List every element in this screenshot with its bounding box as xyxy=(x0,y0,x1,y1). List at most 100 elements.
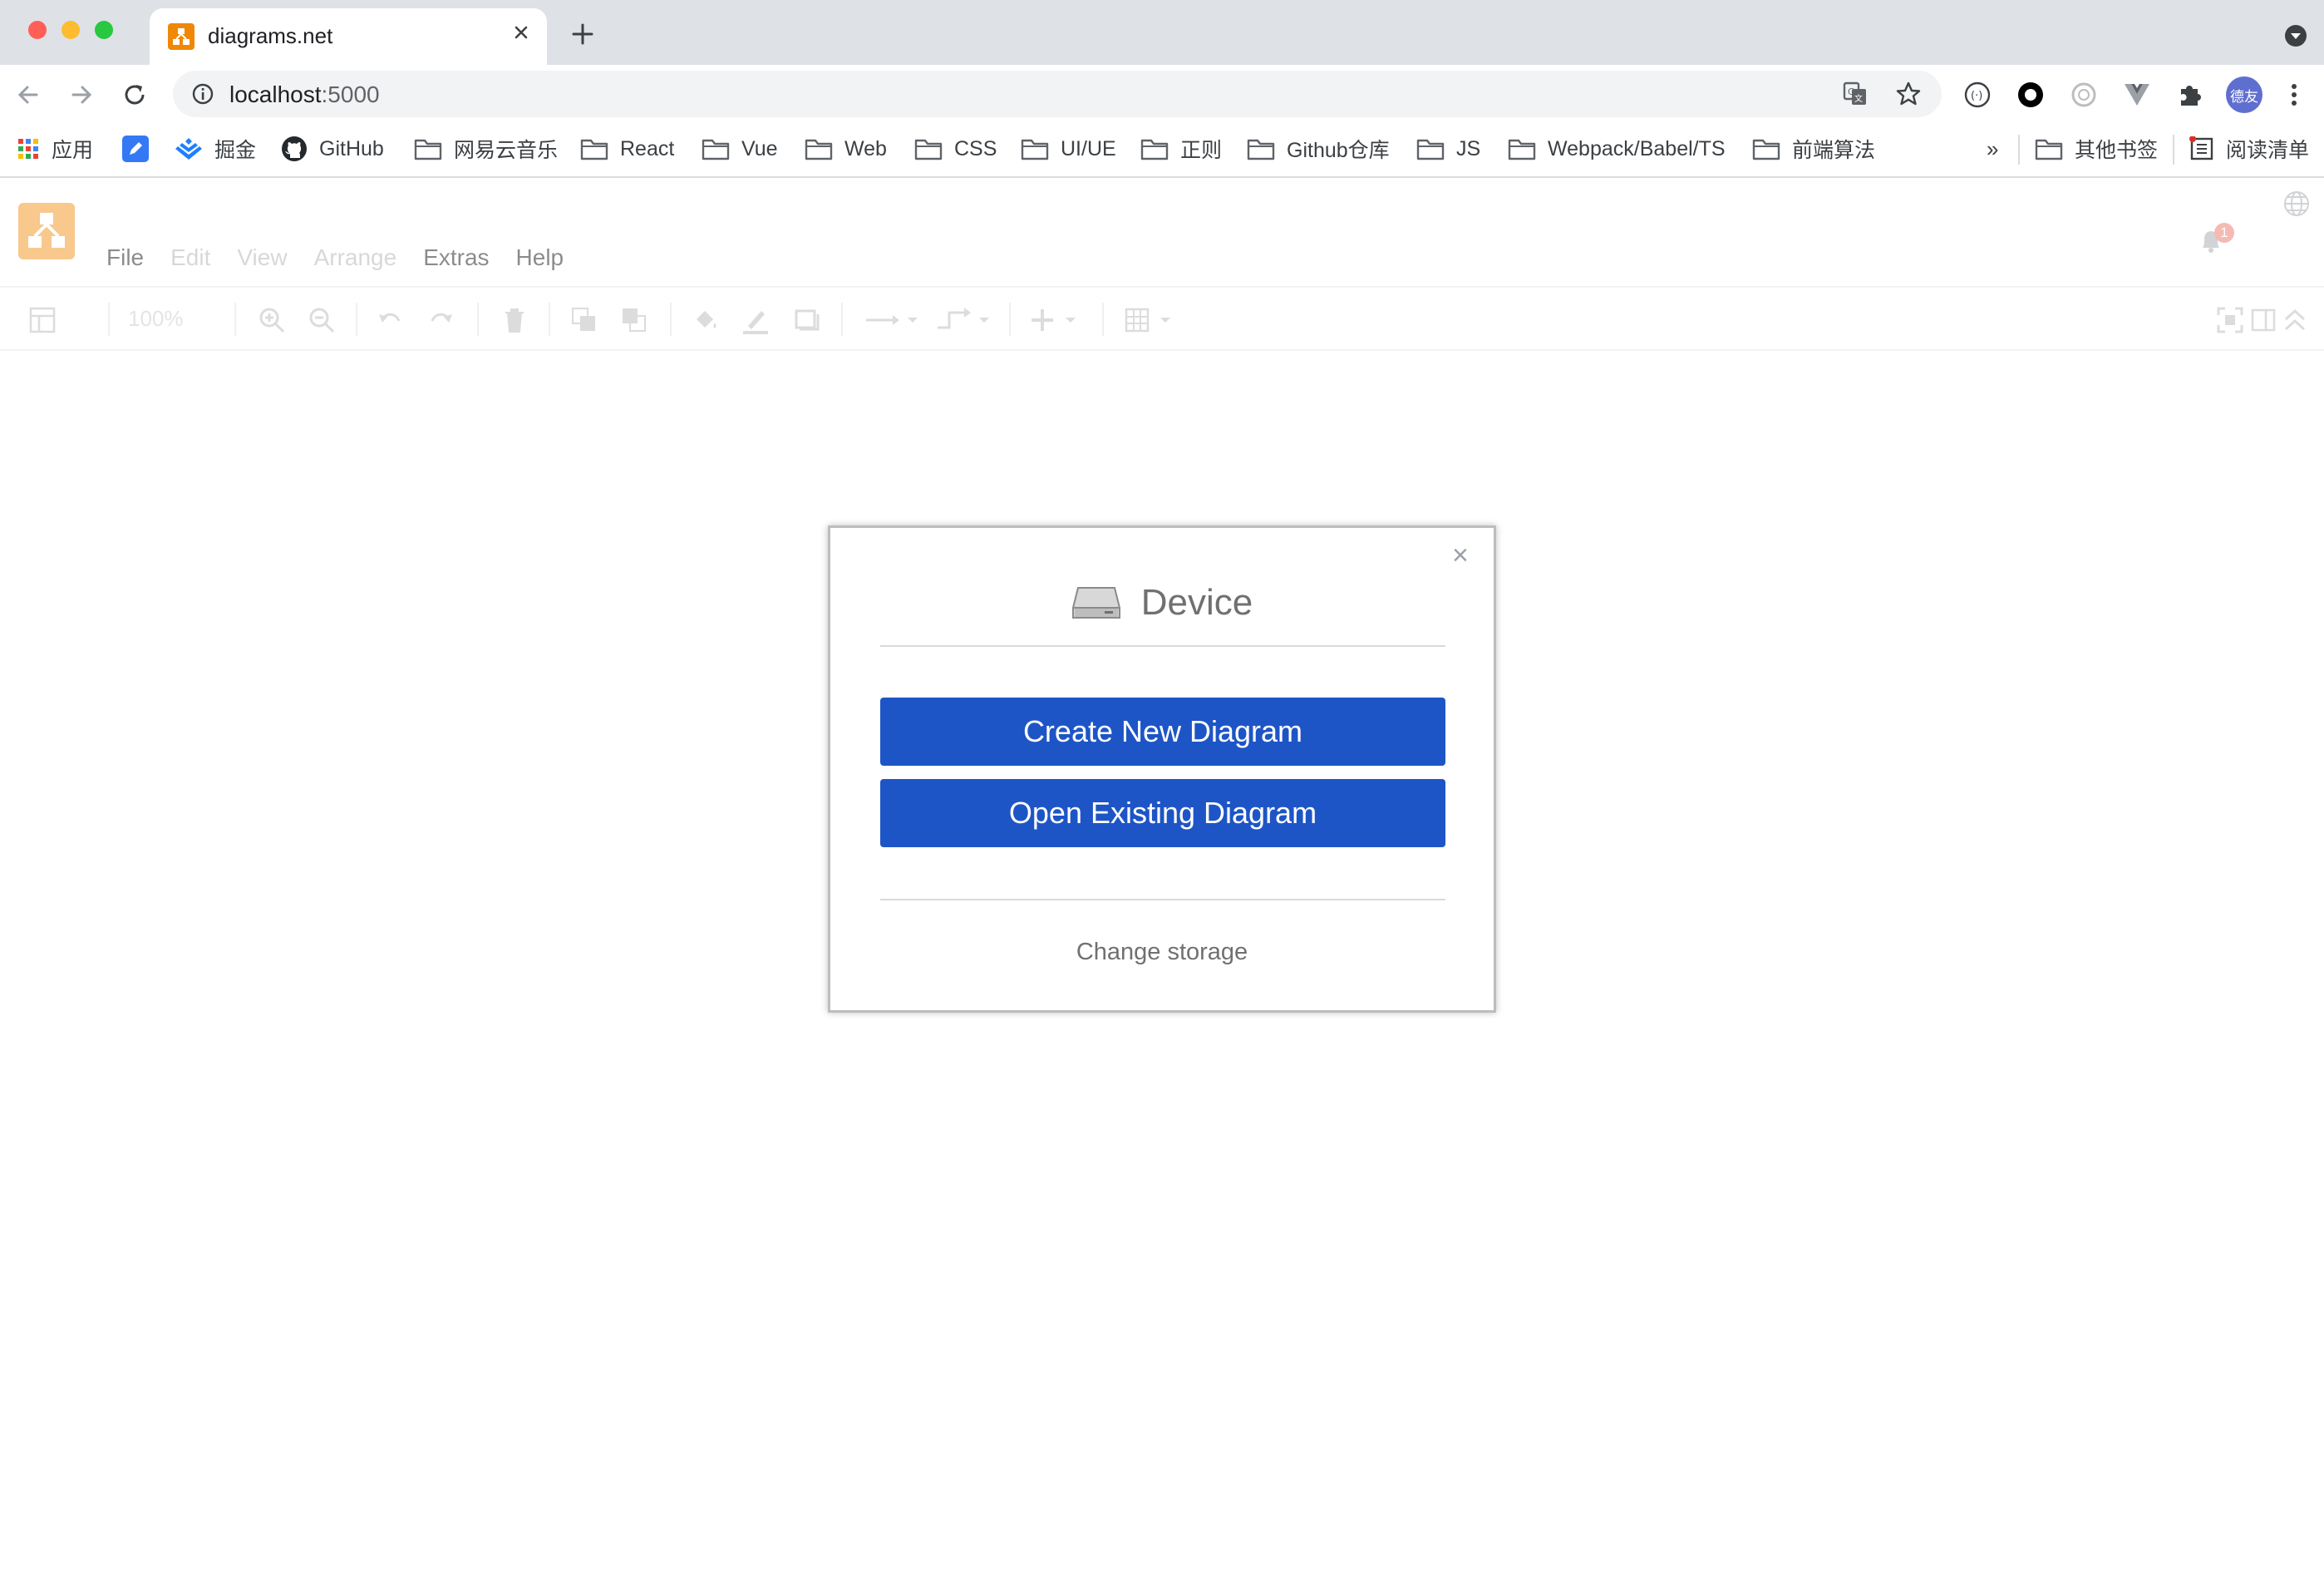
folder-icon xyxy=(1140,137,1169,160)
bookmark-label: Vue xyxy=(741,137,778,161)
translate-icon[interactable]: G文 xyxy=(1842,81,1869,107)
zoom-level[interactable]: 100% xyxy=(128,306,184,332)
toolbar-divider xyxy=(549,303,550,336)
tab-title: diagrams.net xyxy=(208,23,332,49)
open-existing-diagram-button[interactable]: Open Existing Diagram xyxy=(880,779,1445,847)
bookmark-star-icon[interactable] xyxy=(1895,81,1922,107)
notification-count-badge: 1 xyxy=(2214,223,2234,243)
menubar: File Edit View Arrange Extras Help xyxy=(106,244,590,271)
to-front-icon[interactable] xyxy=(570,306,598,334)
back-icon[interactable] xyxy=(15,81,42,108)
forward-icon[interactable] xyxy=(68,81,95,108)
toolbar-divider xyxy=(477,303,479,336)
create-new-diagram-button[interactable]: Create New Diagram xyxy=(880,698,1445,766)
bookmark-label: 掘金 xyxy=(214,134,256,164)
other-bookmarks-folder[interactable]: 其他书签 xyxy=(2035,132,2158,165)
notifications-bell-icon[interactable]: 1 xyxy=(2194,223,2231,259)
zoom-in-icon[interactable] xyxy=(258,306,286,334)
bookmark-apps[interactable]: 应用 xyxy=(17,132,93,165)
zoom-out-icon[interactable] xyxy=(308,306,336,334)
shadow-icon[interactable] xyxy=(793,306,821,334)
menu-extras[interactable]: Extras xyxy=(423,244,489,271)
profile-avatar[interactable]: 德友 xyxy=(2226,76,2262,113)
bookmark-folder[interactable]: Web xyxy=(805,132,887,165)
extension-vue-devtools-icon[interactable] xyxy=(2123,81,2151,109)
delete-icon[interactable] xyxy=(500,306,529,334)
dialog-title: Device xyxy=(1141,582,1253,624)
bookmark-folder[interactable]: CSS xyxy=(914,132,997,165)
bookmark-folder[interactable]: Vue xyxy=(702,132,778,165)
close-dialog-icon[interactable]: × xyxy=(1452,541,1469,570)
bookmark-folder[interactable]: 网易云音乐 xyxy=(414,132,558,165)
menu-arrange[interactable]: Arrange xyxy=(314,244,397,271)
change-storage-link[interactable]: Change storage xyxy=(830,939,1494,966)
bookmark-label: 应用 xyxy=(52,134,93,164)
bookmarks-overflow-button[interactable]: » xyxy=(1987,132,1998,165)
toolbar-divider xyxy=(234,303,236,336)
bookmark-pen[interactable] xyxy=(121,132,150,165)
format-toggle-icon[interactable] xyxy=(2249,306,2277,334)
minimize-window-button[interactable] xyxy=(62,21,80,39)
line-color-icon[interactable] xyxy=(741,306,770,334)
extension-ring-icon[interactable] xyxy=(2070,81,2098,109)
extension-circle-icon[interactable] xyxy=(2016,81,2045,109)
site-info-icon[interactable] xyxy=(191,82,214,106)
reading-list-icon xyxy=(2189,136,2214,161)
bookmark-folder[interactable]: 正则 xyxy=(1140,132,1222,165)
bookmark-juejin[interactable]: 掘金 xyxy=(175,132,256,165)
bookmark-folder[interactable]: UI/UE xyxy=(1021,132,1116,165)
tab-search-icon[interactable] xyxy=(2284,24,2307,47)
to-back-icon[interactable] xyxy=(620,306,648,334)
format-panel-icon[interactable] xyxy=(28,306,57,334)
new-tab-button[interactable] xyxy=(570,22,595,47)
toolbar-divider xyxy=(108,303,110,336)
juejin-icon xyxy=(175,136,203,161)
toolbar-divider xyxy=(356,303,357,336)
bookmark-label: CSS xyxy=(954,137,997,161)
fullscreen-icon[interactable] xyxy=(2216,306,2244,334)
url-text: localhost:5000 xyxy=(229,81,380,108)
pen-bookmark-icon xyxy=(121,135,150,163)
browser-tab-strip: diagrams.net xyxy=(0,0,2324,65)
bookmark-github[interactable]: GitHub xyxy=(281,132,384,165)
url-port: :5000 xyxy=(322,81,380,107)
drawio-app: File Edit View Arrange Extras Help 1 100… xyxy=(0,178,2324,1593)
maximize-window-button[interactable] xyxy=(95,21,113,39)
url-host: localhost xyxy=(229,81,322,107)
bookmark-folder[interactable]: JS xyxy=(1416,132,1480,165)
connection-style-icon[interactable] xyxy=(864,306,923,334)
bookmark-label: 网易云音乐 xyxy=(454,134,558,164)
favicon-icon xyxy=(168,23,194,50)
bookmarks-divider xyxy=(2018,135,2020,165)
close-tab-icon[interactable] xyxy=(509,20,534,45)
extensions-puzzle-icon[interactable] xyxy=(2176,81,2204,109)
menu-view[interactable]: View xyxy=(237,244,287,271)
dialog-header: Device xyxy=(830,575,1494,631)
reading-list-button[interactable]: 阅读清单 xyxy=(2189,132,2309,165)
bookmark-label: 阅读清单 xyxy=(2226,134,2309,164)
fill-color-icon[interactable] xyxy=(692,306,720,334)
menu-file[interactable]: File xyxy=(106,244,144,271)
folder-icon xyxy=(702,137,730,160)
toolbar-divider xyxy=(1102,303,1104,336)
reload-icon[interactable] xyxy=(121,81,148,108)
bookmark-label: JS xyxy=(1456,137,1480,161)
redo-icon[interactable] xyxy=(427,306,455,334)
extension-devtools-icon[interactable]: (·) xyxy=(1963,81,1992,109)
table-icon[interactable] xyxy=(1124,306,1182,334)
browser-tab[interactable]: diagrams.net xyxy=(150,8,547,65)
bookmark-folder[interactable]: React xyxy=(580,132,674,165)
menu-help[interactable]: Help xyxy=(516,244,564,271)
insert-icon[interactable] xyxy=(1029,306,1087,334)
bookmark-folder[interactable]: Webpack/Babel/TS xyxy=(1508,132,1726,165)
browser-menu-icon[interactable] xyxy=(2286,81,2302,109)
collapse-toolbar-icon[interactable] xyxy=(2281,306,2309,334)
language-globe-icon[interactable] xyxy=(2282,190,2311,218)
menu-edit[interactable]: Edit xyxy=(170,244,210,271)
bookmark-folder[interactable]: 前端算法 xyxy=(1752,132,1875,165)
waypoints-icon[interactable] xyxy=(936,306,994,334)
bookmark-folder[interactable]: Github仓库 xyxy=(1247,132,1390,165)
address-bar[interactable]: localhost:5000 G文 xyxy=(173,71,1942,117)
close-window-button[interactable] xyxy=(28,21,47,39)
undo-icon[interactable] xyxy=(376,306,404,334)
